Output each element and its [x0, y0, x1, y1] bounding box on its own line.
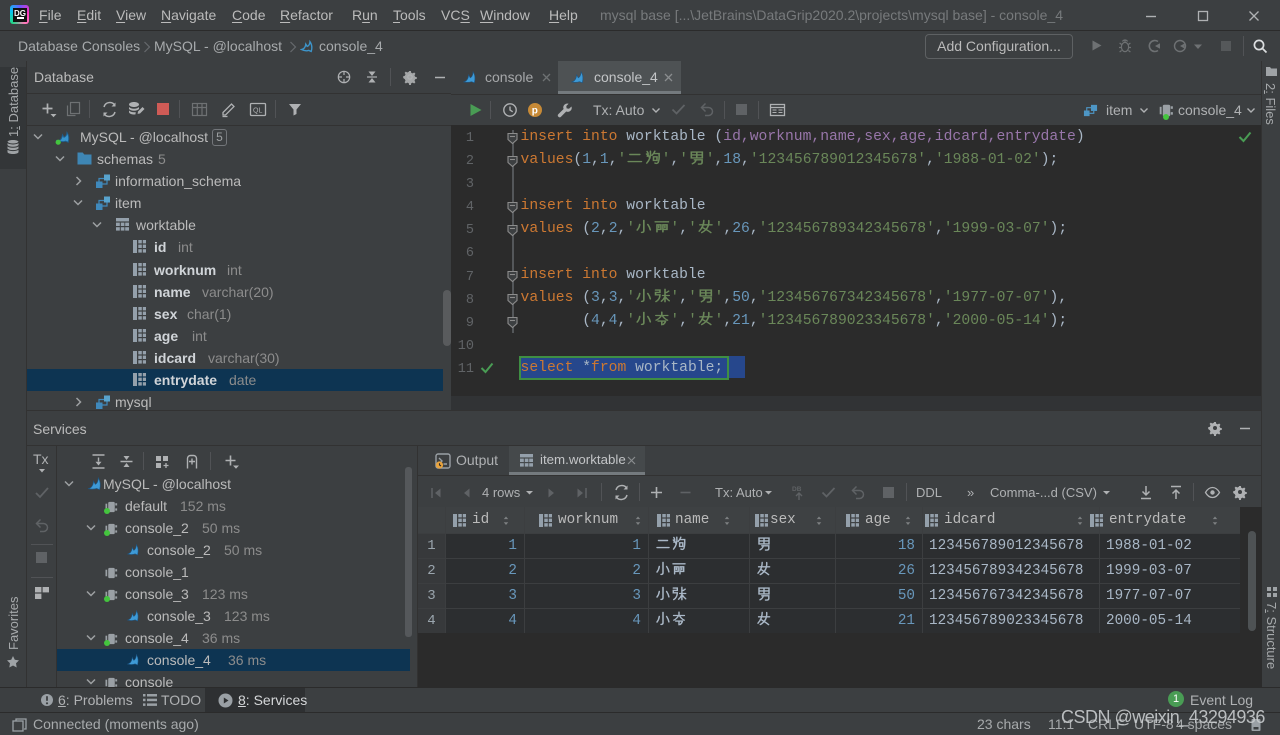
- svg-text:DB: DB: [792, 486, 802, 493]
- svg-text:p: p: [532, 106, 538, 117]
- svg-text:QL: QL: [253, 108, 262, 115]
